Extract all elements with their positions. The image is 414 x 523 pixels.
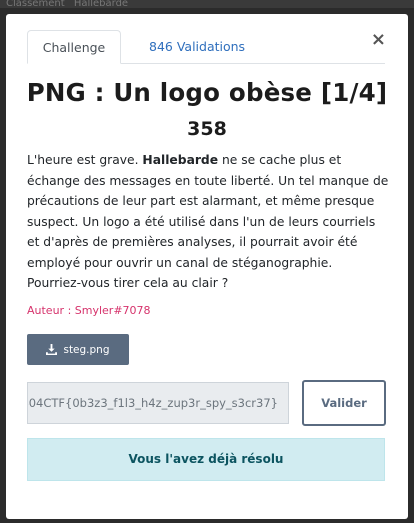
background-page-strip: Classement Hallebarde xyxy=(0,0,414,8)
validate-button[interactable]: Valider xyxy=(302,380,386,426)
solved-alert: Vous l'avez déjà résolu xyxy=(27,438,385,481)
challenge-points: 358 xyxy=(187,118,227,140)
description-body: ne se cache plus et échange des messages… xyxy=(27,153,389,290)
download-icon xyxy=(46,344,58,355)
background-nav-hallebarde: Hallebarde xyxy=(73,0,129,8)
tab-validations[interactable]: 846 Validations xyxy=(139,30,255,63)
challenge-modal: Challenge 846 Validations × PNG : Un log… xyxy=(6,14,408,519)
challenge-description: L'heure est grave. Hallebarde ne se cach… xyxy=(27,150,389,294)
challenge-author: Auteur : Smyler#7078 xyxy=(27,304,151,317)
flag-input[interactable]: 404CTF{0b3z3_f1l3_h4z_zup3r_spy_s3cr37} xyxy=(27,382,289,424)
flag-input-value: 404CTF{0b3z3_f1l3_h4z_zup3r_spy_s3cr37} xyxy=(27,396,278,410)
download-file-button[interactable]: steg.png xyxy=(27,334,129,365)
download-file-label: steg.png xyxy=(63,343,110,356)
background-nav-classement: Classement xyxy=(6,0,65,8)
description-intro: L'heure est grave. xyxy=(27,153,143,167)
modal-tabs: Challenge 846 Validations xyxy=(27,30,385,64)
close-icon[interactable]: × xyxy=(371,30,386,50)
tab-challenge[interactable]: Challenge xyxy=(27,30,121,64)
challenge-title: PNG : Un logo obèse [1/4] xyxy=(26,78,388,107)
description-bold-name: Hallebarde xyxy=(142,153,219,167)
